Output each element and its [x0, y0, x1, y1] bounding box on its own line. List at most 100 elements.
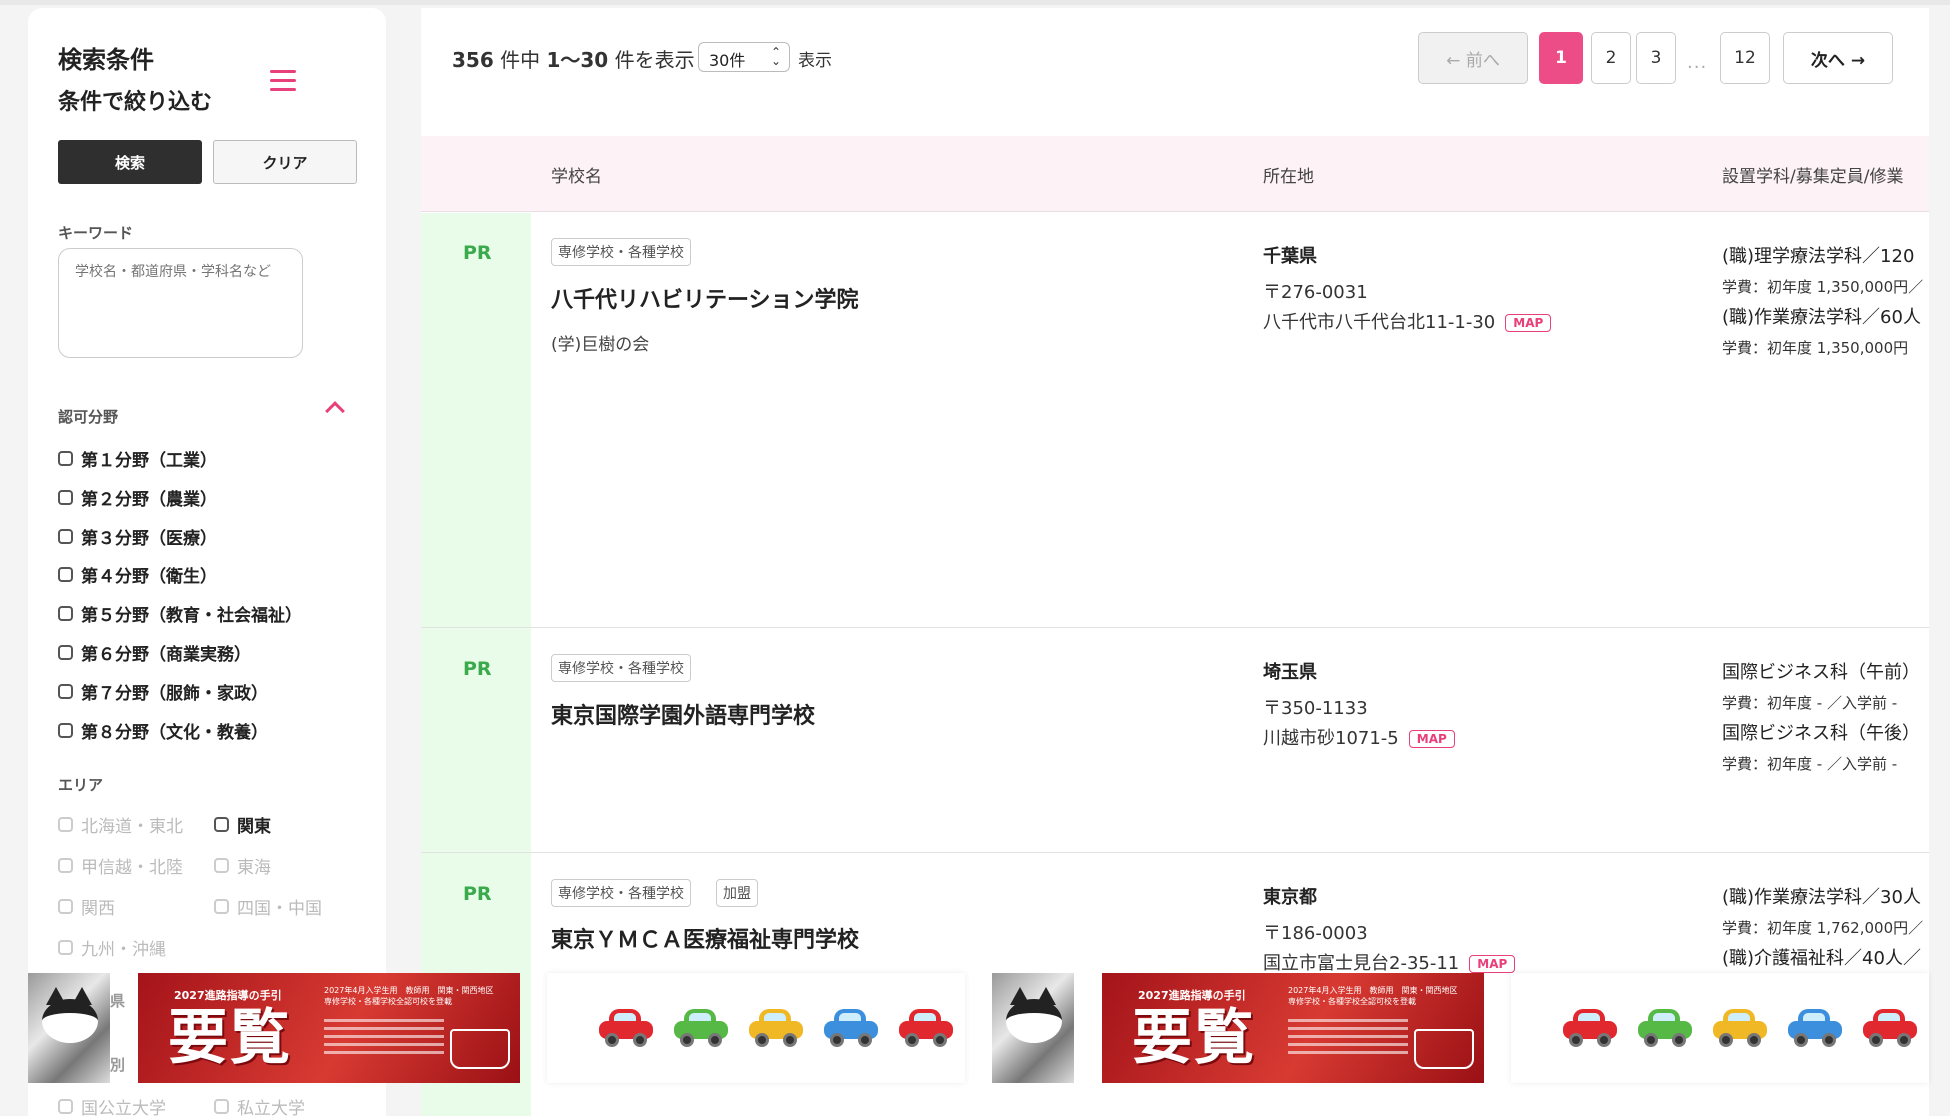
area-checkbox-kansai[interactable]: 関西 [58, 894, 115, 919]
area-checkbox-koshinetsu[interactable]: 甲信越・北陸 [58, 853, 183, 878]
checkbox-icon[interactable] [58, 723, 73, 738]
chevron-up-icon[interactable] [325, 401, 345, 421]
car-icon [674, 1009, 728, 1047]
course-fee: 学費：初年度 - ／入学前 - [1722, 694, 1898, 712]
yoran-banner-ad[interactable]: 2027進路指導の手引 要覧 2027年4月入学生用 教師用 関東・関西地区専修… [138, 973, 520, 1083]
checkbox-icon[interactable] [58, 529, 73, 544]
map-link[interactable]: MAP [1469, 955, 1516, 973]
checkbox-icon[interactable] [58, 858, 73, 873]
area-checkbox-shikoku[interactable]: 四国・中国 [214, 894, 322, 919]
school-name-link[interactable]: 東京国際学園外語専門学校 [551, 698, 815, 730]
menu-icon[interactable] [270, 70, 296, 92]
course-item[interactable]: (職)作業療法学科／60人 [1722, 303, 1921, 329]
cat-ad-image[interactable] [28, 973, 110, 1083]
course-item[interactable]: 国際ビジネス科（午後） [1722, 719, 1920, 745]
course-item[interactable]: (職)介護福祉科／40人／ [1722, 944, 1921, 970]
area-label: エリア [58, 776, 104, 794]
school-name-link[interactable]: 八千代リハビリテーション学院 [551, 282, 859, 314]
school-name-link[interactable]: 東京ＹＭＣＡ医療福祉専門学校 [551, 922, 859, 954]
checkbox-icon[interactable] [214, 899, 229, 914]
field-checkbox-4[interactable]: 第４分野（衛生） [58, 562, 217, 587]
filter-sidebar: 検索条件 条件で絞り込む 検索 クリア キーワード 認可分野 第１分野（工業） … [28, 8, 386, 1116]
yoran-banner-ad[interactable]: 2027進路指導の手引 要覧 2027年4月入学生用 教師用 関東・関西地区専修… [1102, 973, 1484, 1083]
select-arrows-icon: ⌃ ⌄ [770, 45, 781, 68]
field-checkbox-3[interactable]: 第３分野（医療） [58, 524, 217, 549]
checkbox-icon[interactable] [214, 1099, 229, 1114]
address: 八千代市八千代台北11-1-30 MAP [1263, 308, 1552, 334]
checkbox-icon[interactable] [58, 1099, 73, 1114]
book-icon [1414, 1029, 1474, 1069]
map-link[interactable]: MAP [1408, 730, 1455, 748]
school-corporation: (学)巨樹の会 [551, 335, 650, 355]
checkbox-icon[interactable] [58, 645, 73, 660]
cat-ad-image[interactable] [992, 973, 1074, 1083]
checkbox-icon[interactable] [214, 817, 229, 832]
pr-badge: PR [463, 883, 492, 905]
course-fee: 学費：初年度 1,350,000円／ [1722, 278, 1924, 296]
checkbox-icon[interactable] [58, 606, 73, 621]
page-button-3[interactable]: 3 [1636, 32, 1676, 84]
postal-code: 〒350-1133 [1263, 698, 1368, 719]
book-icon [450, 1029, 510, 1069]
car-icon [749, 1009, 803, 1047]
page-button-last[interactable]: 12 [1720, 32, 1770, 84]
row-divider [421, 852, 1929, 853]
prefecture: 東京都 [1263, 887, 1317, 908]
course-fee: 学費：初年度 - ／入学前 - [1722, 755, 1898, 773]
result-count: 356 件中 1〜30 件を表示 [452, 48, 695, 72]
page-button-2[interactable]: 2 [1591, 32, 1631, 84]
area-checkbox-tokai[interactable]: 東海 [214, 853, 271, 878]
address: 川越市砂1071-5 MAP [1263, 724, 1455, 750]
course-item[interactable]: (職)理学療法学科／120 [1722, 242, 1914, 268]
cars-ad[interactable] [1511, 973, 1929, 1083]
pr-column-row-1 [421, 213, 531, 627]
table-header [421, 136, 1929, 212]
checkbox-icon[interactable] [58, 567, 73, 582]
car-icon [1713, 1009, 1767, 1047]
car-icon [1788, 1009, 1842, 1047]
school-type-tag: 専修学校・各種学校 [551, 879, 691, 907]
checkbox-icon[interactable] [58, 817, 73, 832]
checkbox-icon[interactable] [58, 684, 73, 699]
car-icon [599, 1009, 653, 1047]
school-type-tag: 専修学校・各種学校 [551, 654, 691, 682]
checkbox-icon[interactable] [58, 940, 73, 955]
field-checkbox-6[interactable]: 第６分野（商業実務） [58, 640, 251, 665]
field-checkbox-8[interactable]: 第８分野（文化・教養） [58, 718, 268, 743]
checkbox-icon[interactable] [214, 858, 229, 873]
field-checkbox-2[interactable]: 第２分野（農業） [58, 485, 217, 510]
pr-badge: PR [463, 242, 492, 264]
cars-ad[interactable] [547, 973, 965, 1083]
next-page-button[interactable]: 次へ → [1783, 32, 1893, 84]
header-school-name: 学校名 [551, 167, 602, 187]
checkbox-icon[interactable] [58, 490, 73, 505]
page-button-1[interactable]: 1 [1539, 32, 1583, 84]
checkbox-icon[interactable] [58, 899, 73, 914]
map-link[interactable]: MAP [1505, 314, 1552, 332]
car-icon [899, 1009, 953, 1047]
search-button[interactable]: 検索 [58, 140, 202, 184]
area-checkbox-kanto[interactable]: 関東 [214, 812, 271, 837]
area-checkbox-hokkaido[interactable]: 北海道・東北 [58, 812, 183, 837]
postal-code: 〒276-0031 [1263, 282, 1368, 303]
field-checkbox-5[interactable]: 第５分野（教育・社会福祉） [58, 601, 302, 626]
type-checkbox-public[interactable]: 国公立大学 [58, 1094, 166, 1116]
type-checkbox-private[interactable]: 私立大学 [214, 1094, 305, 1116]
row-divider [421, 627, 1929, 628]
car-icon [1563, 1009, 1617, 1047]
partial-label-1: 県 [110, 992, 126, 1010]
course-item[interactable]: 国際ビジネス科（午前） [1722, 658, 1920, 684]
car-icon [1863, 1009, 1917, 1047]
per-page-select[interactable]: 30件 ⌃ ⌄ [698, 42, 790, 72]
field-checkbox-7[interactable]: 第７分野（服飾・家政） [58, 679, 268, 704]
checkbox-icon[interactable] [58, 451, 73, 466]
car-icon [824, 1009, 878, 1047]
field-checkbox-1[interactable]: 第１分野（工業） [58, 446, 217, 471]
prev-page-button[interactable]: ← 前へ [1418, 32, 1528, 84]
course-item[interactable]: (職)作業療法学科／30人 [1722, 883, 1921, 909]
member-tag: 加盟 [716, 879, 758, 907]
area-checkbox-kyushu[interactable]: 九州・沖縄 [58, 935, 166, 960]
header-courses: 設置学科/募集定員/修業 [1722, 167, 1904, 187]
keyword-input[interactable] [58, 248, 303, 358]
clear-button[interactable]: クリア [213, 140, 357, 184]
